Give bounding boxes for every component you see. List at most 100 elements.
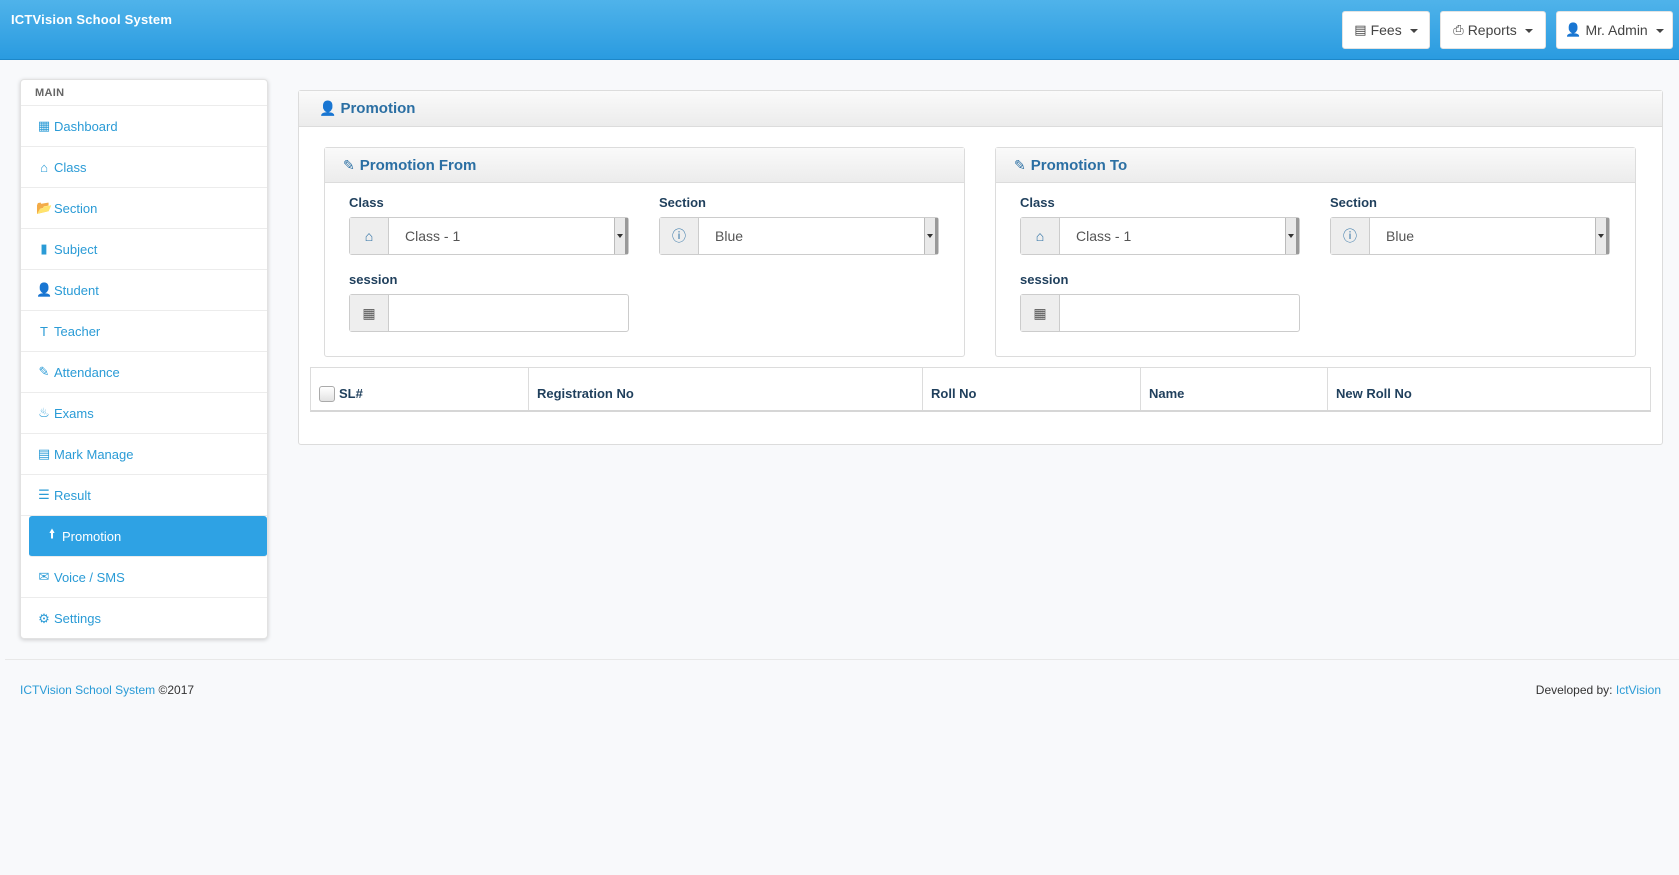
brand-title[interactable]: ICTVision School System [11, 12, 172, 27]
from-session-input[interactable] [389, 295, 628, 331]
sidebar-item-teacher[interactable]: T Teacher [21, 311, 267, 352]
sidebar-item-subject[interactable]: ▮ Subject [21, 229, 267, 270]
column-label: Name [1149, 386, 1185, 401]
from-class-select[interactable]: ⌂ Class - 1 [349, 217, 629, 255]
promotion-from-header: ✎ Promotion From [325, 148, 964, 183]
top-navbar: ICTVision School System ▤ Fees ⎙ Reports… [0, 0, 1679, 60]
promotion-to-title: Promotion To [1030, 156, 1128, 174]
sidebar-item-label: Subject [54, 241, 98, 257]
dropdown-arrow-icon[interactable] [1595, 218, 1609, 254]
from-section-select[interactable]: ⓘ Blue [659, 217, 939, 255]
sidebar-item-promotion[interactable]: 🠙 Promotion [29, 516, 267, 557]
column-header-name: Name [1141, 368, 1328, 410]
dashboard-icon: ▦ [37, 118, 51, 133]
promotion-from-title: Promotion From [359, 156, 477, 174]
from-session-label: session [349, 272, 398, 287]
developer-link[interactable]: IctVision [1616, 683, 1661, 697]
sidebar-item-dashboard[interactable]: ▦ Dashboard [21, 106, 267, 147]
sidebar-item-label: Voice / SMS [54, 569, 125, 585]
to-session-input[interactable] [1060, 295, 1299, 331]
list-alt-icon: ▤ [37, 446, 51, 461]
column-label: SL# [339, 386, 363, 401]
sidebar-item-label: Class [54, 159, 87, 175]
text-height-icon: T [40, 323, 48, 339]
sidebar: MAIN ▦ Dashboard ⌂ Class 📂 Section ▮ Sub… [20, 79, 268, 639]
to-class-select[interactable]: ⌂ Class - 1 [1020, 217, 1300, 255]
promotion-to-panel: ✎ Promotion To Class ⌂ Class - 1 Section… [995, 147, 1636, 357]
caret-down-icon [1409, 29, 1418, 33]
column-header-registration-no: Registration No [529, 368, 923, 410]
sidebar-item-attendance[interactable]: ✎ Attendance [21, 352, 267, 393]
home-icon: ⌂ [40, 159, 48, 175]
sidebar-item-settings[interactable]: ⚙ Settings [21, 598, 267, 639]
sidebar-item-label: Student [54, 282, 99, 298]
dropdown-arrow-icon[interactable] [1285, 218, 1299, 254]
to-session-label: session [1020, 272, 1069, 287]
promotion-panel: 👤 Promotion ✎ Promotion From Class ⌂ Cla… [298, 90, 1663, 445]
caret-down-icon [1655, 29, 1664, 33]
developed-by-text: Developed by: [1535, 683, 1613, 697]
column-header-sl: SL# [311, 368, 529, 410]
sidebar-item-result[interactable]: ☰ Result [21, 475, 267, 516]
students-table-header: SL# Registration No Roll No Name New Rol… [310, 367, 1651, 412]
sidebar-item-voice-sms[interactable]: ✉ Voice / SMS [21, 557, 267, 598]
sidebar-item-mark-manage[interactable]: ▤ Mark Manage [21, 434, 267, 475]
sidebar-item-label: Teacher [54, 323, 101, 339]
sidebar-item-label: Dashboard [54, 118, 118, 134]
edit-icon: ✎ [343, 156, 355, 173]
envelope-icon: ✉ [38, 569, 50, 584]
from-class-value: Class - 1 [405, 228, 461, 244]
user-icon: 👤 [1565, 22, 1582, 37]
from-section-label: Section [659, 195, 706, 210]
sidebar-item-label: Result [54, 487, 91, 503]
sidebar-item-student[interactable]: 👤 Student [21, 270, 267, 311]
footer-divider [5, 659, 1679, 660]
reports-label: Reports [1467, 22, 1517, 38]
to-session-field[interactable]: ▦ [1020, 294, 1300, 332]
column-label: New Roll No [1336, 386, 1412, 401]
sidebar-item-section[interactable]: 📂 Section [21, 188, 267, 229]
folder-open-icon: 📂 [36, 200, 53, 215]
sidebar-item-exams[interactable]: ♨ Exams [21, 393, 267, 434]
sidebar-item-label: Mark Manage [54, 446, 134, 462]
list-alt-icon: ▤ [1354, 22, 1367, 37]
home-icon: ⌂ [1021, 218, 1060, 254]
footer-brand-link[interactable]: ICTVision School System [20, 683, 155, 697]
calendar-icon: ▦ [350, 295, 389, 331]
from-session-field[interactable]: ▦ [349, 294, 629, 332]
book-icon: ▮ [40, 241, 48, 256]
dropdown-arrow-icon[interactable] [614, 218, 628, 254]
footer-copyright: ICTVision School System ©2017 [20, 683, 194, 697]
user-icon: 👤 [319, 100, 337, 116]
sidebar-item-label: Promotion [62, 528, 122, 544]
to-class-value: Class - 1 [1076, 228, 1132, 244]
user-icon: 👤 [36, 282, 53, 297]
arrow-up-icon: 🠙 [48, 526, 56, 541]
fire-icon: ♨ [38, 405, 50, 420]
to-section-value: Blue [1386, 228, 1415, 244]
column-label: Registration No [537, 386, 634, 401]
sidebar-item-label: Exams [54, 405, 94, 421]
edit-icon: ✎ [1014, 156, 1026, 173]
fees-dropdown-button[interactable]: ▤ Fees [1342, 11, 1430, 49]
info-icon: ⓘ [1331, 218, 1370, 254]
dropdown-arrow-icon[interactable] [924, 218, 938, 254]
promotion-to-header: ✎ Promotion To [996, 148, 1635, 183]
caret-down-icon [1524, 29, 1533, 33]
cog-icon: ⚙ [38, 610, 50, 626]
user-menu-button[interactable]: 👤 Mr. Admin [1556, 11, 1673, 49]
user-name-label: Mr. Admin [1585, 22, 1648, 38]
info-icon: ⓘ [660, 218, 699, 254]
reports-dropdown-button[interactable]: ⎙ Reports [1440, 11, 1546, 49]
to-section-select[interactable]: ⓘ Blue [1330, 217, 1610, 255]
list-icon: ☰ [38, 487, 50, 502]
sidebar-heading: MAIN [21, 80, 267, 106]
select-all-checkbox[interactable] [319, 386, 335, 402]
to-class-label: Class [1020, 195, 1055, 210]
sidebar-item-label: Section [54, 200, 98, 216]
promotion-from-panel: ✎ Promotion From Class ⌂ Class - 1 Secti… [324, 147, 965, 357]
from-section-value: Blue [715, 228, 744, 244]
column-label: Roll No [931, 386, 977, 401]
fees-label: Fees [1370, 22, 1402, 38]
sidebar-item-class[interactable]: ⌂ Class [21, 147, 267, 188]
